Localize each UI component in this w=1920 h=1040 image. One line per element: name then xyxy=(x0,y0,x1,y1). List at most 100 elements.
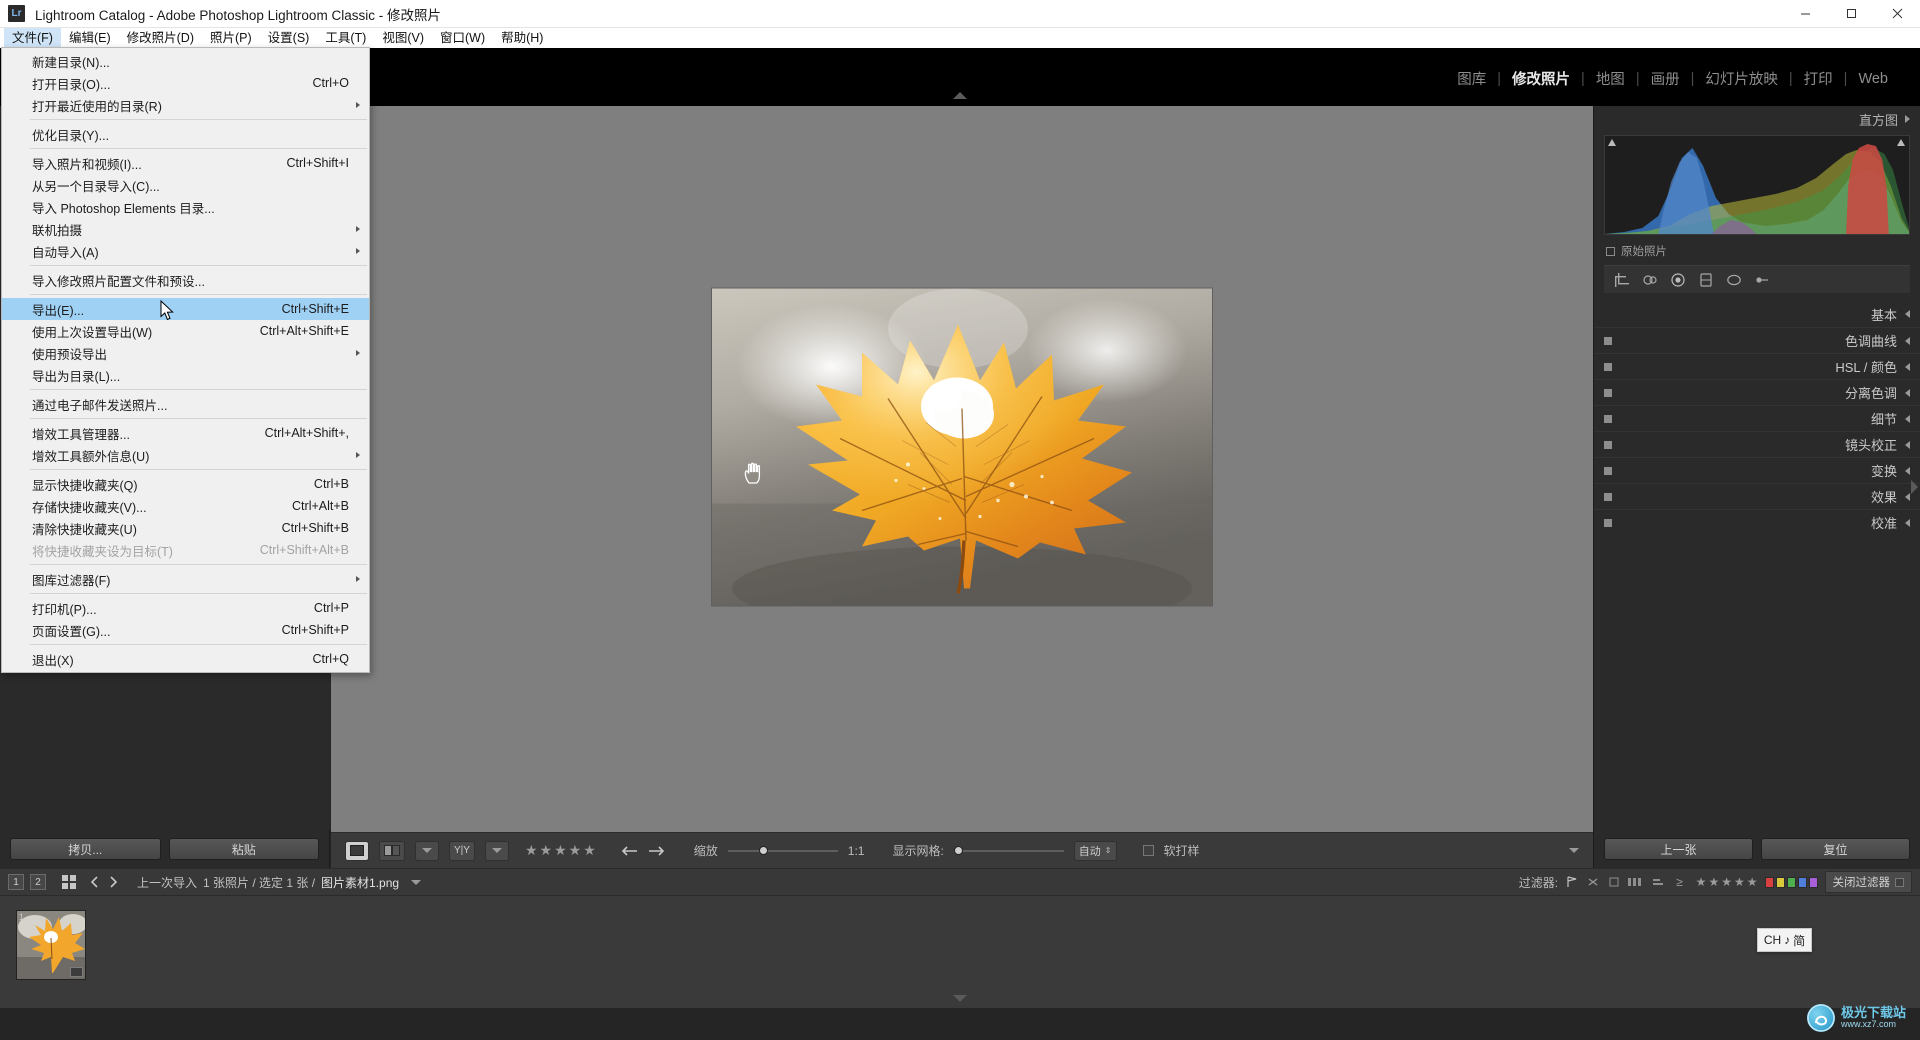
file-menu-item-13[interactable]: 使用预设导出 xyxy=(2,342,369,364)
unflagged-filter-icon[interactable] xyxy=(1607,876,1621,888)
file-menu-item-18[interactable]: 显示快捷收藏夹(Q) Ctrl+B xyxy=(2,473,369,495)
file-menu-item-10[interactable]: 导入修改照片配置文件和预设... xyxy=(2,269,369,291)
menu-3[interactable]: 修改照片(D) xyxy=(119,28,202,48)
histogram[interactable] xyxy=(1604,135,1910,235)
module-6[interactable]: 打印 xyxy=(1794,68,1843,89)
menu-5[interactable]: 设置(S) xyxy=(260,28,318,48)
file-menu-item-15[interactable]: 通过电子邮件发送照片... xyxy=(2,393,369,415)
previous-button[interactable]: 上一张 xyxy=(1604,838,1753,860)
soft-proof-checkbox[interactable] xyxy=(1142,845,1154,856)
module-3[interactable]: 地图 xyxy=(1586,68,1635,89)
star-icon[interactable]: ★ xyxy=(569,842,582,859)
histogram-header[interactable]: 直方图 xyxy=(1594,106,1920,132)
module-4[interactable]: 画册 xyxy=(1641,68,1690,89)
file-menu-item-14[interactable]: 导出为目录(L)... xyxy=(2,364,369,386)
menu-8[interactable]: 窗口(W) xyxy=(432,28,493,48)
current-filename[interactable]: 图片素材1.png xyxy=(321,874,399,891)
crop-tool-icon[interactable] xyxy=(1614,272,1630,288)
reset-button[interactable]: 复位 xyxy=(1761,838,1910,860)
file-menu-item-12[interactable]: 使用上次设置导出(W) Ctrl+Alt+Shift+E xyxy=(2,320,369,342)
top-panel-toggle-arrow-icon[interactable] xyxy=(953,92,967,99)
file-menu-item-3[interactable]: 打开最近使用的目录(R) xyxy=(2,94,369,116)
star-icon[interactable]: ★ xyxy=(1747,875,1758,889)
menu-9[interactable]: 帮助(H) xyxy=(493,28,551,48)
panel-section-toggle-icon[interactable] xyxy=(1604,492,1612,501)
grid-view-icon[interactable] xyxy=(62,875,77,889)
radial-filter-tool-icon[interactable] xyxy=(1726,272,1742,288)
forward-arrow-icon[interactable] xyxy=(107,876,119,888)
file-menu-item-6[interactable]: 从另一个目录导入(C)... xyxy=(2,174,369,196)
file-menu-item-17[interactable]: 增效工具额外信息(U) xyxy=(2,444,369,466)
panel-section-toggle-icon[interactable] xyxy=(1604,518,1612,527)
star-icon[interactable]: ★ xyxy=(583,842,596,859)
ime-indicator[interactable]: CH ♪ 简 xyxy=(1757,928,1812,952)
file-menu-item-22[interactable]: 图库过滤器(F) xyxy=(2,568,369,590)
menu-6[interactable]: 工具(T) xyxy=(317,28,374,48)
module-7[interactable]: Web xyxy=(1848,71,1898,87)
attribute-filter-icon[interactable] xyxy=(1628,876,1646,888)
copy-compare-dropdown[interactable] xyxy=(484,840,509,861)
panel-section-toggle-icon[interactable] xyxy=(1604,388,1612,397)
file-menu-item-25[interactable]: 退出(X) Ctrl+Q xyxy=(2,648,369,670)
file-menu-item-8[interactable]: 联机拍摄 xyxy=(2,218,369,240)
original-photo-toggle[interactable]: 原始照片 xyxy=(1606,243,1920,259)
filter-toggle-checkbox[interactable] xyxy=(1895,877,1904,887)
grid-slider[interactable] xyxy=(953,845,1064,857)
module-1[interactable]: 图库 xyxy=(1447,68,1496,89)
file-menu-item-11[interactable]: 导出(E)... Ctrl+Shift+E xyxy=(2,298,369,320)
file-menu-item-2[interactable]: 打开目录(O)... Ctrl+O xyxy=(2,72,369,94)
close-button[interactable] xyxy=(1874,0,1920,28)
file-menu-item-9[interactable]: 自动导入(A) xyxy=(2,240,369,262)
panel-section-toggle-icon[interactable] xyxy=(1604,440,1612,449)
menu-2[interactable]: 编辑(E) xyxy=(61,28,119,48)
bottom-panel-toggle-arrow-icon[interactable] xyxy=(953,995,967,1002)
copy-compare-button[interactable]: Y|Y xyxy=(449,840,475,861)
before-after-view-button[interactable] xyxy=(379,840,405,861)
module-5[interactable]: 幻灯片放映 xyxy=(1695,68,1788,89)
image-stage[interactable] xyxy=(331,106,1593,868)
rating-stars[interactable]: ★ ★ ★ ★ ★ xyxy=(525,842,596,859)
star-icon[interactable]: ★ xyxy=(554,842,567,859)
close-filter-button[interactable]: 关闭过滤器 xyxy=(1824,871,1912,893)
maximize-button[interactable] xyxy=(1828,0,1874,28)
color-swatch-1[interactable] xyxy=(1764,876,1774,888)
panel-section-3[interactable]: HSL / 颜色 xyxy=(1594,353,1920,379)
screen-2-button[interactable]: 2 xyxy=(30,874,46,890)
loupe-view-button[interactable] xyxy=(345,840,369,861)
photo-preview[interactable] xyxy=(712,288,1212,606)
back-arrow-icon[interactable] xyxy=(89,876,101,888)
paste-button[interactable]: 粘贴 xyxy=(168,838,319,860)
arrow-left-icon[interactable] xyxy=(620,845,638,857)
panel-section-9[interactable]: 校准 xyxy=(1594,509,1920,535)
panel-section-8[interactable]: 效果 xyxy=(1594,483,1920,509)
highlight-clipping-indicator[interactable] xyxy=(1897,139,1906,148)
panel-section-1[interactable]: 基本 xyxy=(1594,301,1920,327)
file-menu-item-19[interactable]: 存储快捷收藏夹(V)... Ctrl+Alt+B xyxy=(2,495,369,517)
panel-section-4[interactable]: 分离色调 xyxy=(1594,379,1920,405)
filmstrip-thumbnail[interactable]: 1 xyxy=(16,910,86,980)
file-menu-item-16[interactable]: 增效工具管理器... Ctrl+Alt+Shift+, xyxy=(2,422,369,444)
menu-7[interactable]: 视图(V) xyxy=(374,28,432,48)
file-menu-item-4[interactable]: 优化目录(Y)... xyxy=(2,123,369,145)
menu-1[interactable]: 文件(F) xyxy=(4,28,61,48)
red-eye-tool-icon[interactable] xyxy=(1670,272,1686,288)
panel-section-toggle-icon[interactable] xyxy=(1604,414,1612,423)
file-menu-item-5[interactable]: 导入照片和视频(I)... Ctrl+Shift+I xyxy=(2,152,369,174)
color-swatch-3[interactable] xyxy=(1786,876,1796,888)
flag-filter-icon[interactable] xyxy=(1565,876,1579,888)
color-swatch-5[interactable] xyxy=(1808,876,1818,888)
color-swatch-2[interactable] xyxy=(1775,876,1785,888)
star-icon[interactable]: ★ xyxy=(1708,875,1719,889)
thumbnail-grid-icon[interactable] xyxy=(70,967,83,977)
grid-mode-select[interactable]: 自动 ⇕ xyxy=(1073,840,1117,861)
arrow-right-icon[interactable] xyxy=(648,845,666,857)
color-swatch-4[interactable] xyxy=(1797,876,1807,888)
menu-4[interactable]: 照片(P) xyxy=(202,28,260,48)
screen-1-button[interactable]: 1 xyxy=(8,874,24,890)
file-menu-item-24[interactable]: 页面设置(G)... Ctrl+Shift+P xyxy=(2,619,369,641)
color-label-filter-icon[interactable] xyxy=(1653,876,1669,888)
before-after-dropdown[interactable] xyxy=(415,840,439,861)
copy-button[interactable]: 拷贝... xyxy=(10,838,161,860)
graduated-filter-tool-icon[interactable] xyxy=(1698,272,1714,288)
panel-section-5[interactable]: 细节 xyxy=(1594,405,1920,431)
